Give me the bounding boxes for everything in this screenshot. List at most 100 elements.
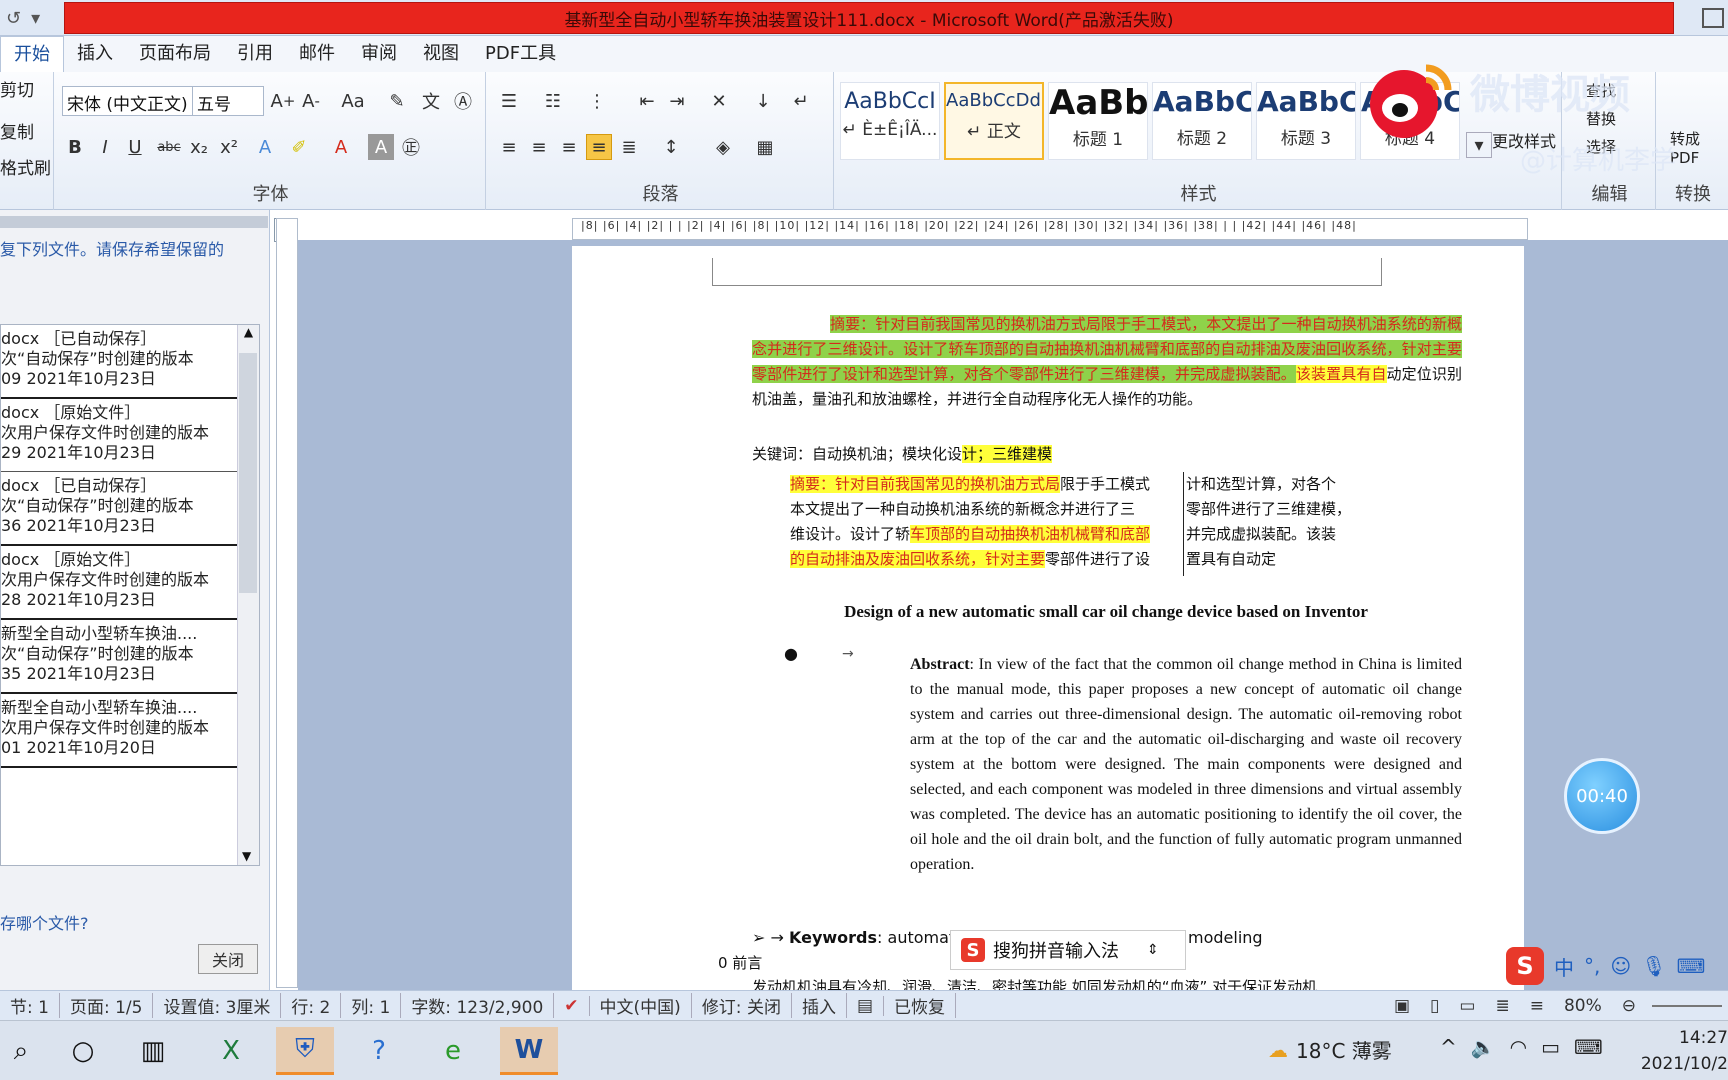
text-effects-icon[interactable]: A — [252, 134, 278, 160]
keywords-en[interactable]: ➢ → Keywords: automatic — [752, 928, 968, 947]
underline-icon[interactable]: U — [122, 134, 148, 160]
browser-icon[interactable]: e — [424, 1027, 482, 1075]
weather-widget[interactable]: ☁ 18°C 薄雾 — [1268, 1035, 1392, 1064]
status-track[interactable]: 修订: 关闭 — [692, 993, 792, 1018]
ime-punct[interactable]: °, — [1584, 954, 1600, 978]
distributed-icon[interactable]: ≣ — [616, 134, 642, 160]
phonetic-guide-icon[interactable]: 文 — [418, 88, 444, 114]
style-normal[interactable]: AaBbCcDdI ↵ 正文 — [944, 82, 1044, 160]
tab-pdf-tools[interactable]: PDF工具 — [472, 36, 569, 72]
justify-icon[interactable]: ≡ — [586, 134, 612, 160]
zoom-level[interactable]: 80% — [1554, 996, 1612, 1016]
style-heading-1[interactable]: AaBb 标题 1 — [1048, 82, 1148, 160]
tab-home[interactable]: 开始 — [0, 36, 64, 72]
view-web-icon[interactable]: ▭ — [1449, 996, 1485, 1016]
ime-candidate-bar[interactable]: S 搜狗拼音输入法 ⇕ — [950, 930, 1186, 970]
word-icon[interactable]: W — [500, 1027, 558, 1075]
list-item[interactable]: 新型全自动小型轿车换油.... 次“自动保存”时创建的版本 35 2021年10月2… — [1, 620, 259, 694]
style-default[interactable]: AaBbCcI ↵ È±Ê¡ÎÄ... — [840, 82, 940, 160]
search-icon[interactable]: ⌕ — [0, 1027, 50, 1075]
scroll-up-icon[interactable]: ▲ — [238, 325, 259, 339]
cut-button[interactable]: 剪切 — [0, 76, 34, 101]
list-item[interactable]: docx ［原始文件］ 次用户保存文件时创建的版本 29 2021年10月23日 — [1, 399, 259, 472]
microphone-icon[interactable]: 🎙 — [1641, 954, 1666, 978]
view-reading-icon[interactable]: ▯ — [1420, 996, 1449, 1016]
to-pdf-button[interactable]: 转成PDF — [1670, 128, 1720, 167]
zoom-out-icon[interactable]: ⊖ — [1612, 996, 1646, 1016]
ime-lang[interactable]: 中 — [1554, 952, 1574, 981]
chinese-layout-icon[interactable]: ✕ — [706, 88, 732, 114]
file-list-scrollbar[interactable]: ▲ ▼ — [237, 325, 259, 865]
clear-format-icon[interactable]: ✎ — [384, 88, 410, 114]
grow-font-icon[interactable]: A + — [270, 88, 296, 114]
status-lang[interactable]: 中文(中国) — [590, 993, 692, 1018]
style-heading-2[interactable]: AaBbC 标题 2 — [1152, 82, 1252, 160]
italic-icon[interactable]: I — [92, 134, 118, 160]
bullets-icon[interactable]: ☰ — [496, 88, 522, 114]
numbering-icon[interactable]: ☷ — [540, 88, 566, 114]
english-title[interactable]: Design of a new automatic small car oil … — [756, 602, 1456, 622]
textbox-column-2[interactable]: 计和选型计算，对各个 零部件进行了三维建模， 并完成虚拟装配。该装 置具有自动定 — [1186, 472, 1396, 572]
font-name-combo[interactable]: 宋体 (中文正文) — [62, 86, 194, 116]
status-words[interactable]: 字数: 123/2,900 — [401, 993, 555, 1018]
status-section[interactable]: 节: 1 — [0, 993, 60, 1018]
copy-button[interactable]: 复制 — [0, 118, 34, 143]
tab-insert[interactable]: 插入 — [64, 36, 126, 72]
keyboard-icon[interactable]: ⌨ — [1677, 954, 1706, 978]
ime-expand-icon[interactable]: ⇕ — [1147, 942, 1159, 958]
recording-timer[interactable]: 00:40 — [1564, 758, 1640, 834]
borders-icon[interactable]: ▦ — [752, 134, 778, 160]
line-spacing-icon[interactable]: ↕ — [658, 134, 684, 160]
volume-icon[interactable]: 🔈 — [1471, 1035, 1496, 1059]
enclose-char-icon[interactable]: ㊣ — [398, 134, 424, 160]
strikethrough-icon[interactable]: abc — [156, 134, 182, 160]
shading-icon[interactable]: ◈ — [710, 134, 736, 160]
status-col[interactable]: 列: 1 — [341, 993, 402, 1018]
align-right-icon[interactable]: ≡ — [556, 134, 582, 160]
macro-icon[interactable]: ▤ — [847, 995, 885, 1016]
tab-mailings[interactable]: 邮件 — [286, 36, 348, 72]
close-pane-button[interactable]: 关闭 — [198, 944, 258, 974]
clock[interactable]: 14:27 2021/10/2 — [1628, 1025, 1728, 1077]
zoom-slider[interactable] — [1652, 1004, 1722, 1007]
style-heading-3[interactable]: AaBbC 标题 3 — [1256, 82, 1356, 160]
vertical-ruler[interactable] — [276, 218, 298, 988]
format-painter-button[interactable]: 格式刷 — [0, 154, 51, 179]
status-page[interactable]: 页面: 1/5 — [60, 993, 154, 1018]
abstract-en-paragraph[interactable]: Abstract: In view of the fact that the c… — [910, 652, 1462, 877]
list-item[interactable]: docx ［已自动保存］ 次“自动保存”时创建的版本 36 2021年10月23日 — [1, 472, 259, 546]
view-outline-icon[interactable]: ≣ — [1485, 996, 1519, 1016]
multilevel-list-icon[interactable]: ⋮ — [584, 88, 610, 114]
bold-icon[interactable]: B — [62, 134, 88, 160]
status-insert[interactable]: 插入 — [792, 993, 847, 1018]
security-shield-icon[interactable]: ⛨ — [276, 1027, 334, 1075]
scroll-down-icon[interactable]: ▼ — [242, 849, 251, 863]
align-center-icon[interactable]: ≡ — [526, 134, 552, 160]
view-draft-icon[interactable]: ≡ — [1520, 996, 1554, 1016]
cortana-icon[interactable]: ○ — [54, 1027, 112, 1075]
superscript-icon[interactable]: x² — [216, 134, 242, 160]
subscript-icon[interactable]: x₂ — [186, 134, 212, 160]
keywords-cn[interactable]: 关键词：自动换机油；模块化设计；三维建模 — [752, 442, 1053, 467]
status-recovered[interactable]: 已恢复 — [884, 993, 957, 1018]
emoji-icon[interactable]: ☺ — [1610, 954, 1631, 978]
keyboard-layout-icon[interactable]: ⌨ — [1574, 1035, 1603, 1059]
scroll-thumb[interactable] — [239, 353, 257, 593]
shrink-font-icon[interactable]: A- — [298, 88, 324, 114]
body-paragraph[interactable]: 发动机机油具有冷却、润滑、清洁、密封等功能,如同发动机的“血液”,对于保证发动机 — [752, 976, 1317, 990]
show-marks-icon[interactable]: ↵ — [788, 88, 814, 114]
char-border-icon[interactable]: Ⓐ — [450, 88, 476, 114]
align-left-icon[interactable]: ≡ — [496, 134, 522, 160]
highlight-color-icon[interactable]: ✐ — [286, 134, 312, 160]
sort-icon[interactable]: ↓ — [750, 88, 776, 114]
horizontal-ruler[interactable]: |8| |6| |4| |2| | | |2| |4| |6| |8| |10|… — [572, 218, 1528, 240]
change-case-icon[interactable]: Aa — [340, 88, 366, 114]
sogou-tray-icon[interactable]: S — [1506, 947, 1544, 985]
list-item[interactable]: docx ［已自动保存］ 次“自动保存”时创建的版本 09 2021年10月23日 — [1, 325, 259, 399]
font-color-icon[interactable]: A — [328, 134, 354, 160]
preface-heading[interactable]: 0 前言 — [718, 952, 762, 973]
help-icon[interactable]: ? — [350, 1027, 408, 1075]
styles-more-icon[interactable]: ▾ — [1466, 132, 1492, 158]
task-view-icon[interactable]: ▥ — [124, 1027, 182, 1075]
status-setting[interactable]: 设置值: 3厘米 — [153, 993, 282, 1018]
